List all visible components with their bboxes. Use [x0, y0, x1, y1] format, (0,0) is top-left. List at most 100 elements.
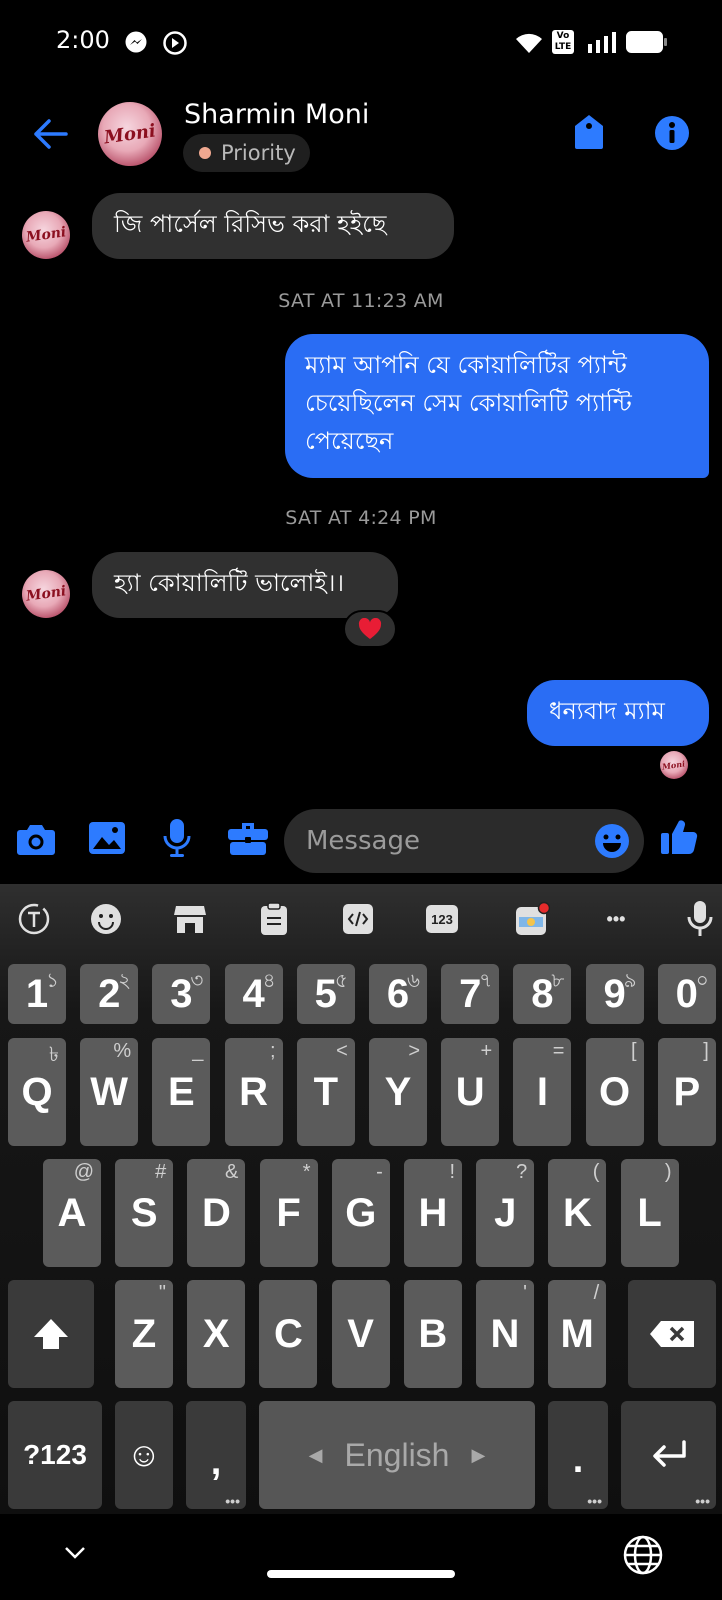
key-label: W — [90, 1069, 129, 1114]
key-q[interactable]: Q ৳ — [8, 1038, 66, 1146]
globe-icon[interactable] — [622, 1534, 664, 1576]
emoji-picker-icon[interactable] — [82, 895, 130, 943]
key-j[interactable]: J? — [476, 1159, 535, 1267]
message-composer[interactable] — [284, 809, 644, 873]
key-hint: ৩ — [190, 970, 204, 992]
key-5[interactable]: 5৫ — [296, 964, 355, 1024]
back-arrow-icon[interactable] — [32, 118, 68, 150]
key-m[interactable]: M / — [548, 1280, 607, 1388]
key-h[interactable]: H! — [404, 1159, 462, 1267]
key-u[interactable]: U + — [441, 1038, 500, 1146]
message-line: চেয়েছিলেন সেম কোয়ালিটি প্যান্টি — [305, 389, 632, 417]
theme-icon[interactable] — [508, 895, 556, 943]
hide-keyboard-chevron-icon[interactable] — [64, 1546, 86, 1560]
key-p[interactable]: P] — [657, 1038, 716, 1146]
more-icon[interactable]: ••• — [592, 895, 640, 943]
navigation-bar — [0, 1514, 722, 1600]
emoji-key[interactable]: ☺ — [115, 1401, 173, 1509]
message-input[interactable] — [306, 809, 576, 873]
microphone-icon[interactable] — [162, 818, 192, 858]
numbers-icon[interactable]: 123 — [418, 895, 466, 943]
backspace-key[interactable] — [628, 1280, 716, 1388]
enter-icon — [652, 1440, 686, 1467]
key-f[interactable]: F * — [259, 1159, 318, 1267]
key-e[interactable]: E _ — [152, 1038, 211, 1146]
key-hint: % — [113, 1040, 132, 1062]
key-hint: ৭ — [479, 970, 493, 992]
key-label: D — [201, 1190, 231, 1235]
key-l[interactable]: L) — [620, 1159, 679, 1267]
key-7[interactable]: 7৭ — [441, 964, 500, 1024]
message-outgoing[interactable]: ম্যাম আপনি যে কোয়ালিটির প্যান্ট চেয়েছি… — [285, 334, 709, 478]
home-gesture-bar[interactable] — [267, 1570, 455, 1578]
message-incoming[interactable]: জি পার্সেল রিসিভ করা হইছে — [92, 193, 454, 259]
key-4[interactable]: 4৪ — [224, 964, 283, 1024]
message-outgoing[interactable]: ধন্যবাদ ম্যাম — [527, 680, 709, 746]
key-label: 0 — [675, 971, 698, 1016]
key-g[interactable]: G- — [331, 1159, 390, 1267]
priority-badge[interactable]: Priority — [183, 134, 310, 172]
enter-key[interactable]: ••• — [621, 1401, 716, 1509]
key-8[interactable]: 8৮ — [513, 964, 572, 1024]
key-k[interactable]: K( — [548, 1159, 607, 1267]
code-icon[interactable] — [334, 895, 382, 943]
key-t[interactable]: T < — [296, 1038, 355, 1146]
key-s[interactable]: S # — [115, 1159, 174, 1267]
key-i[interactable]: I = — [513, 1038, 572, 1146]
key-hint: ; — [270, 1040, 276, 1062]
key-label: 8 — [531, 971, 554, 1016]
message-incoming[interactable]: হ্যা কোয়ালিটি ভালোই।। — [92, 552, 398, 618]
heart-reaction[interactable] — [343, 610, 397, 648]
key-hint: - — [376, 1161, 383, 1183]
key-a[interactable]: A @ — [43, 1159, 101, 1267]
key-d[interactable]: D & — [187, 1159, 246, 1267]
period-key[interactable]: . ••• — [548, 1401, 608, 1509]
key-1[interactable]: 1১ — [8, 964, 66, 1024]
key-3[interactable]: 3৩ — [152, 964, 211, 1024]
key-r[interactable]: R; — [224, 1038, 283, 1146]
camera-icon[interactable] — [16, 822, 56, 856]
key-6[interactable]: 6৬ — [369, 964, 427, 1024]
key-v[interactable]: V — [331, 1280, 390, 1388]
key-9[interactable]: 9৯ — [585, 964, 644, 1024]
key-label: T — [313, 1069, 339, 1114]
key-0[interactable]: 0০ — [657, 964, 716, 1024]
keyboard-mic-icon[interactable] — [676, 895, 722, 943]
contact-name[interactable]: Sharmin Moni — [184, 99, 369, 130]
key-n[interactable]: N ' — [476, 1280, 534, 1388]
info-icon[interactable] — [654, 115, 690, 151]
key-z[interactable]: Z " — [115, 1280, 173, 1388]
key-label: 5 — [314, 971, 337, 1016]
tag-icon[interactable] — [573, 113, 605, 151]
key-y[interactable]: Y > — [369, 1038, 427, 1146]
data-saver-icon — [163, 31, 187, 55]
key-c[interactable]: C — [259, 1280, 318, 1388]
battery-icon — [626, 31, 667, 53]
shift-arrow-icon — [34, 1319, 68, 1349]
briefcase-icon[interactable] — [227, 820, 269, 856]
key-hint: _ — [192, 1040, 204, 1062]
contact-avatar[interactable]: Moni — [98, 102, 162, 166]
key-hint: @ — [73, 1161, 94, 1183]
store-icon[interactable] — [166, 895, 214, 943]
shift-key[interactable] — [8, 1280, 94, 1388]
emoji-icon[interactable] — [594, 823, 630, 859]
key-hint: ) — [664, 1161, 672, 1183]
clipboard-icon[interactable] — [250, 895, 298, 943]
space-left-arrow-icon: ◀ — [308, 1444, 323, 1465]
key-b[interactable]: B — [403, 1280, 462, 1388]
like-thumb-icon[interactable] — [660, 818, 698, 856]
more-dots: ••• — [695, 1493, 710, 1509]
key-o[interactable]: O[ — [585, 1038, 644, 1146]
gallery-icon[interactable] — [88, 821, 126, 855]
comma-key[interactable]: , ••• — [186, 1401, 246, 1509]
key-label: L — [637, 1190, 662, 1235]
symbols-key[interactable]: ?123 — [8, 1401, 102, 1509]
key-w[interactable]: W% — [80, 1038, 139, 1146]
signal-icon — [588, 32, 616, 53]
translate-icon[interactable] — [10, 895, 58, 943]
space-key[interactable]: ◀ English ▶ — [259, 1401, 535, 1509]
key-2[interactable]: 2২ — [80, 964, 139, 1024]
key-x[interactable]: X — [187, 1280, 246, 1388]
key-label: 1 — [25, 971, 49, 1016]
